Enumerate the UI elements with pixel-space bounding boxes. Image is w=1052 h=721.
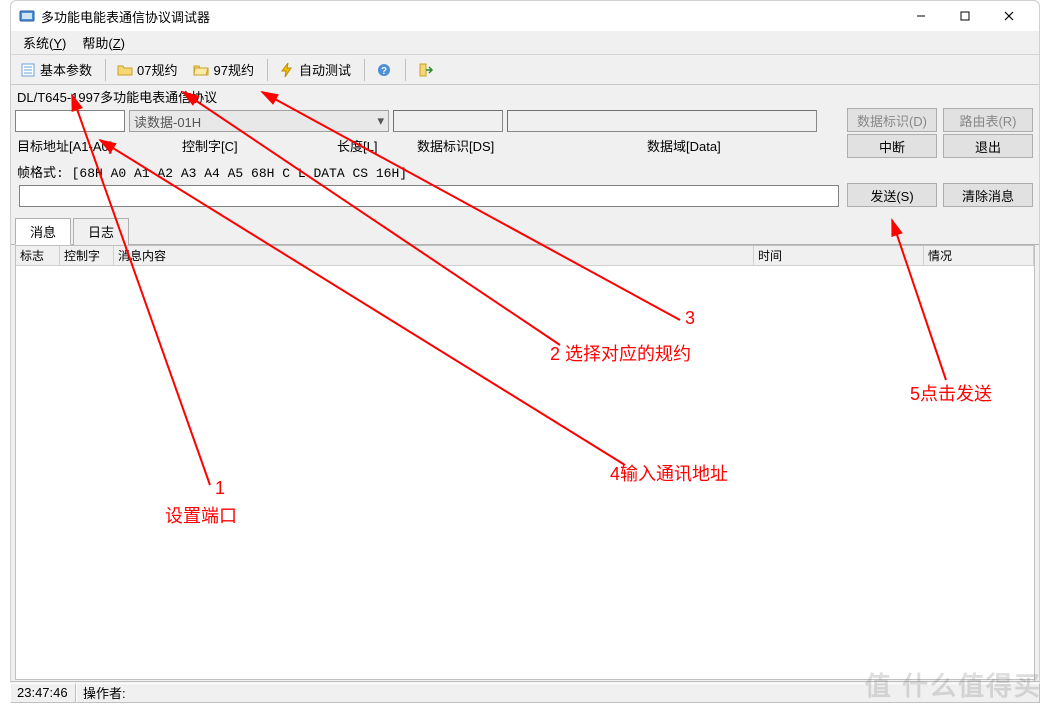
protocol-label: DL/T645-1997多功能电表通信协议: [11, 85, 1039, 108]
toolbar-separator: [267, 59, 268, 81]
toolbar: 基本参数 07规约 97规约 自动测试 ?: [11, 55, 1039, 85]
th-control[interactable]: 控制字: [60, 246, 114, 265]
route-table-button[interactable]: 路由表(R): [943, 108, 1033, 132]
close-button[interactable]: [987, 2, 1031, 30]
addr-input-small[interactable]: [15, 110, 125, 132]
clear-message-button[interactable]: 清除消息: [943, 183, 1033, 207]
toolbar-separator: [364, 59, 365, 81]
frame-input[interactable]: [19, 185, 839, 207]
watermark: 值 什么值得买: [865, 666, 1042, 703]
help-icon: ?: [376, 62, 392, 78]
toolbar-spec97[interactable]: 97规约: [186, 58, 260, 82]
sunken-panel-2: [507, 110, 817, 132]
settings-icon: [20, 62, 36, 78]
app-window: 多功能电能表通信协议调试器 系统(Y) 帮助(Z) 基本参数: [10, 0, 1040, 685]
data-id-button[interactable]: 数据标识(D): [847, 108, 937, 132]
label-control: 控制字[C]: [182, 136, 337, 155]
th-content[interactable]: 消息内容: [114, 246, 754, 265]
th-time[interactable]: 时间: [754, 246, 924, 265]
toolbar-spec97-label: 97规约: [213, 60, 253, 79]
toolbar-help[interactable]: ?: [369, 58, 399, 82]
toolbar-auto-test[interactable]: 自动测试: [272, 58, 358, 82]
label-length: 长度[L]: [337, 136, 417, 155]
read-data-combo-label: 读数据-01H: [134, 112, 201, 131]
maximize-button[interactable]: [943, 2, 987, 30]
read-data-combo[interactable]: 读数据-01H ▾: [129, 110, 389, 132]
toolbar-auto-test-label: 自动测试: [299, 60, 351, 79]
exit-icon: [417, 62, 433, 78]
menubar: 系统(Y) 帮助(Z): [11, 31, 1039, 55]
folder-open-icon: [193, 62, 209, 78]
table-body[interactable]: [16, 266, 1034, 679]
toolbar-separator: [405, 59, 406, 81]
tab-messages[interactable]: 消息: [15, 218, 71, 245]
menu-system[interactable]: 系统(Y): [15, 31, 74, 54]
th-flag[interactable]: 标志: [16, 246, 60, 265]
sunken-panel-1: [393, 110, 503, 132]
label-target-addr: 目标地址[A1-A0]: [17, 136, 182, 155]
tabs: 消息 日志: [11, 217, 1039, 245]
exit-button[interactable]: 退出: [943, 134, 1033, 158]
send-button[interactable]: 发送(S): [847, 183, 937, 207]
label-data-field: 数据域[Data]: [647, 136, 721, 155]
toolbar-spec07[interactable]: 07规约: [110, 58, 184, 82]
toolbar-exit[interactable]: [410, 58, 440, 82]
menu-help[interactable]: 帮助(Z): [74, 31, 133, 54]
toolbar-separator: [105, 59, 106, 81]
frame-format-label: 帧格式: [68H A0 A1 A2 A3 A4 A5 68H C L DATA…: [11, 160, 1039, 183]
toolbar-basic-params-label: 基本参数: [40, 60, 92, 79]
bolt-icon: [279, 62, 295, 78]
chevron-down-icon: ▾: [377, 113, 384, 129]
status-time: 23:47:46: [10, 683, 76, 703]
toolbar-spec07-label: 07规约: [137, 60, 177, 79]
th-status[interactable]: 情况: [924, 246, 1034, 265]
app-icon: [19, 8, 35, 24]
interrupt-button[interactable]: 中断: [847, 134, 937, 158]
svg-text:?: ?: [381, 66, 387, 77]
tab-log[interactable]: 日志: [73, 218, 129, 245]
toolbar-basic-params[interactable]: 基本参数: [13, 58, 99, 82]
minimize-button[interactable]: [899, 2, 943, 30]
table-header: 标志 控制字 消息内容 时间 情况: [16, 246, 1034, 266]
message-table: 标志 控制字 消息内容 时间 情况: [15, 245, 1035, 680]
folder-icon: [117, 62, 133, 78]
titlebar: 多功能电能表通信协议调试器: [11, 1, 1039, 31]
window-title: 多功能电能表通信协议调试器: [41, 7, 210, 26]
label-data-id: 数据标识[DS]: [417, 136, 647, 155]
